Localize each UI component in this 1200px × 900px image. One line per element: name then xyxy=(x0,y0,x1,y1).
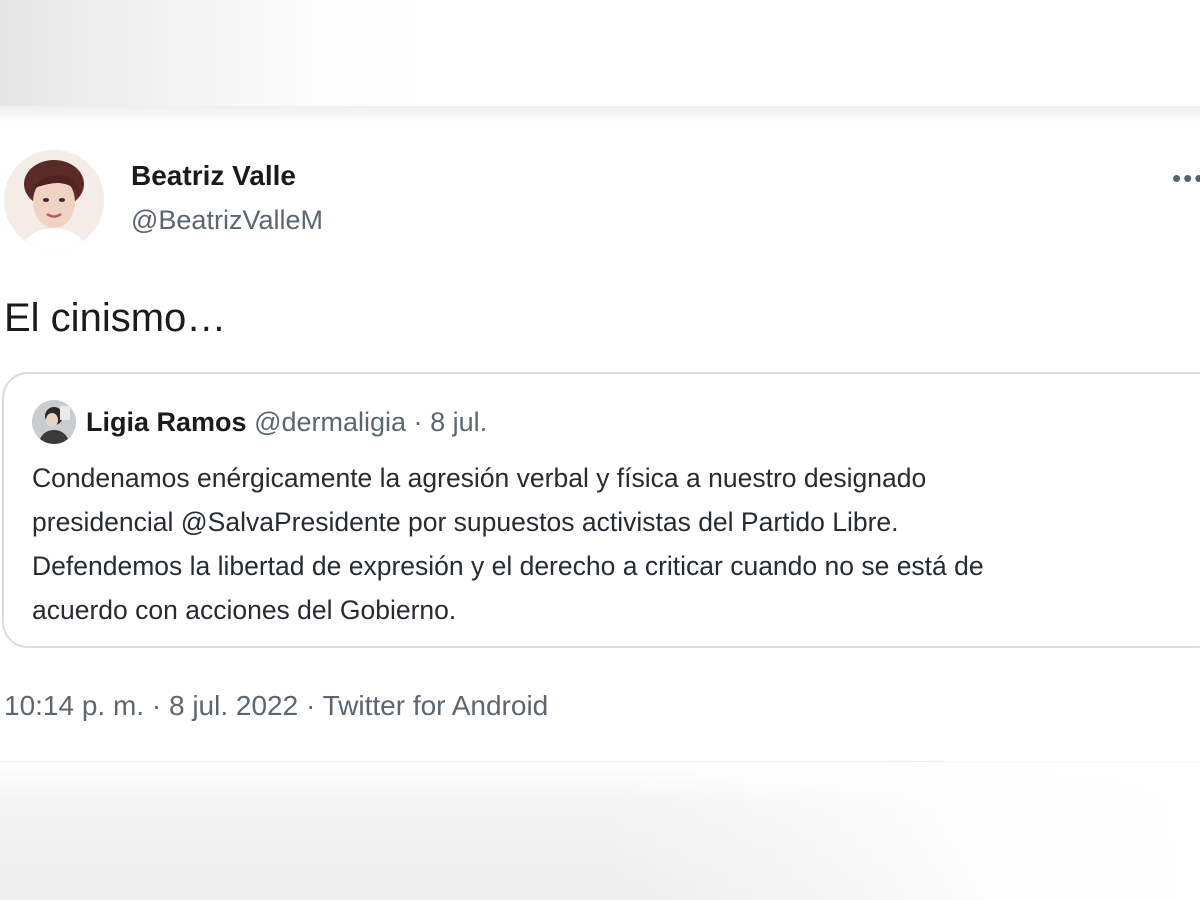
quoted-avatar-image xyxy=(32,400,76,444)
quoted-text-line: Defendemos la libertad de expresión y el… xyxy=(32,551,984,581)
tweet-source[interactable]: Twitter for Android xyxy=(323,690,549,721)
quoted-text-line: acuerdo con acciones del Gobierno. xyxy=(32,595,457,625)
quoted-tweet-header: Ligia Ramos @dermaligia · 8 jul. xyxy=(86,402,487,442)
author-avatar[interactable] xyxy=(4,150,104,250)
quoted-tweet-card[interactable]: Ligia Ramos @dermaligia · 8 jul. Condena… xyxy=(2,372,1200,648)
tweet-text: El cinismo… xyxy=(4,296,227,340)
quoted-header-separator: · xyxy=(413,407,423,437)
top-blur-edge xyxy=(0,106,1200,122)
quoted-author-handle[interactable]: @dermaligia xyxy=(254,407,406,437)
tweet-metadata: 10:14 p. m. · 8 jul. 2022 · Twitter for … xyxy=(4,686,548,726)
tweet-date[interactable]: 8 jul. 2022 xyxy=(169,690,298,721)
tweet-time[interactable]: 10:14 p. m. xyxy=(4,690,144,721)
quoted-text-line: Condenamos enérgicamente la agresión ver… xyxy=(32,463,927,493)
bottom-blur-region xyxy=(0,764,1200,900)
quoted-text-line: presidencial @SalvaPresidente por supues… xyxy=(32,507,899,537)
bottom-divider xyxy=(0,761,1200,762)
author-handle[interactable]: @BeatrizValleM xyxy=(131,202,323,238)
quoted-tweet-date[interactable]: 8 jul. xyxy=(430,407,487,437)
quoted-author-name[interactable]: Ligia Ramos xyxy=(86,407,247,437)
author-avatar-image xyxy=(4,150,104,250)
meta-separator: · xyxy=(151,690,162,721)
quoted-tweet-text: Condenamos enérgicamente la agresión ver… xyxy=(32,456,1200,632)
more-options-icon[interactable]: ••• xyxy=(1172,160,1200,196)
meta-separator: · xyxy=(305,690,316,721)
quoted-author-avatar[interactable] xyxy=(32,400,76,444)
top-blur-region xyxy=(0,0,1200,108)
author-name[interactable]: Beatriz Valle xyxy=(131,158,296,194)
